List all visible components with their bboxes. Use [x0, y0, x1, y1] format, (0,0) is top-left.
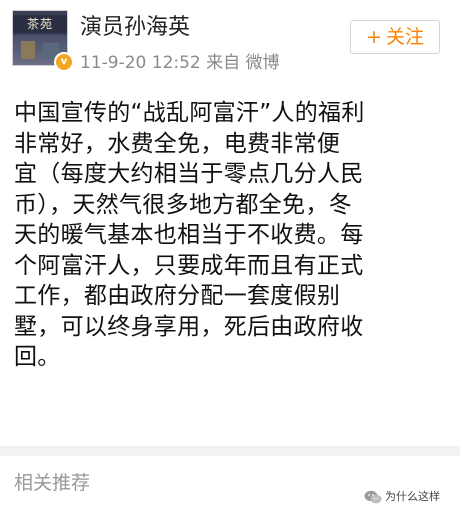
username[interactable]: 演员孙海英 — [80, 14, 190, 42]
content-line: 币），天然气很多地方都全免，冬 — [14, 191, 352, 218]
related-title[interactable]: 相关推荐 — [14, 470, 90, 496]
content-line: 墅，可以终身享用，死后由政府收 — [14, 313, 364, 340]
plus-icon: + — [366, 26, 382, 48]
watermark-text: 为什么这样 — [385, 490, 440, 503]
avatar-sign-text: 茶苑 — [13, 15, 67, 33]
watermark: 为什么这样 — [362, 486, 442, 508]
follow-button[interactable]: + 关注 — [350, 20, 440, 54]
content-line: 个阿富汗人，只要成年而且有正式 — [14, 252, 364, 279]
post-meta: 11-9-20 12:52 来自 微博 — [80, 52, 280, 74]
section-divider — [0, 446, 460, 456]
post-content: 中国宣传的“战乱阿富汗”人的福利 非常好，水费全免，电费非常便 宜（每度大约相当… — [14, 98, 446, 373]
content-line: 宜（每度大约相当于零点几分人民 — [14, 161, 364, 187]
content-line: 回。 — [14, 344, 61, 370]
content-line: 天的暖气基本也相当于不收费。每 — [14, 222, 364, 248]
content-line: 非常好，水费全免，电费非常便 — [14, 130, 341, 157]
content-line: 中国宣传的“战乱阿富汗”人的福利 — [14, 100, 365, 126]
timestamp: 11-9-20 12:52 — [80, 53, 201, 73]
follow-label: 关注 — [385, 26, 424, 48]
wechat-icon — [364, 490, 382, 504]
post-source: 来自 微博 — [206, 53, 280, 73]
content-line: 工作，都由政府分配一套度假别 — [14, 283, 341, 309]
post-header: 茶苑 v 演员孙海英 11-9-20 12:52 来自 微博 + 关注 — [0, 0, 460, 84]
verified-badge-icon: v — [54, 52, 74, 72]
